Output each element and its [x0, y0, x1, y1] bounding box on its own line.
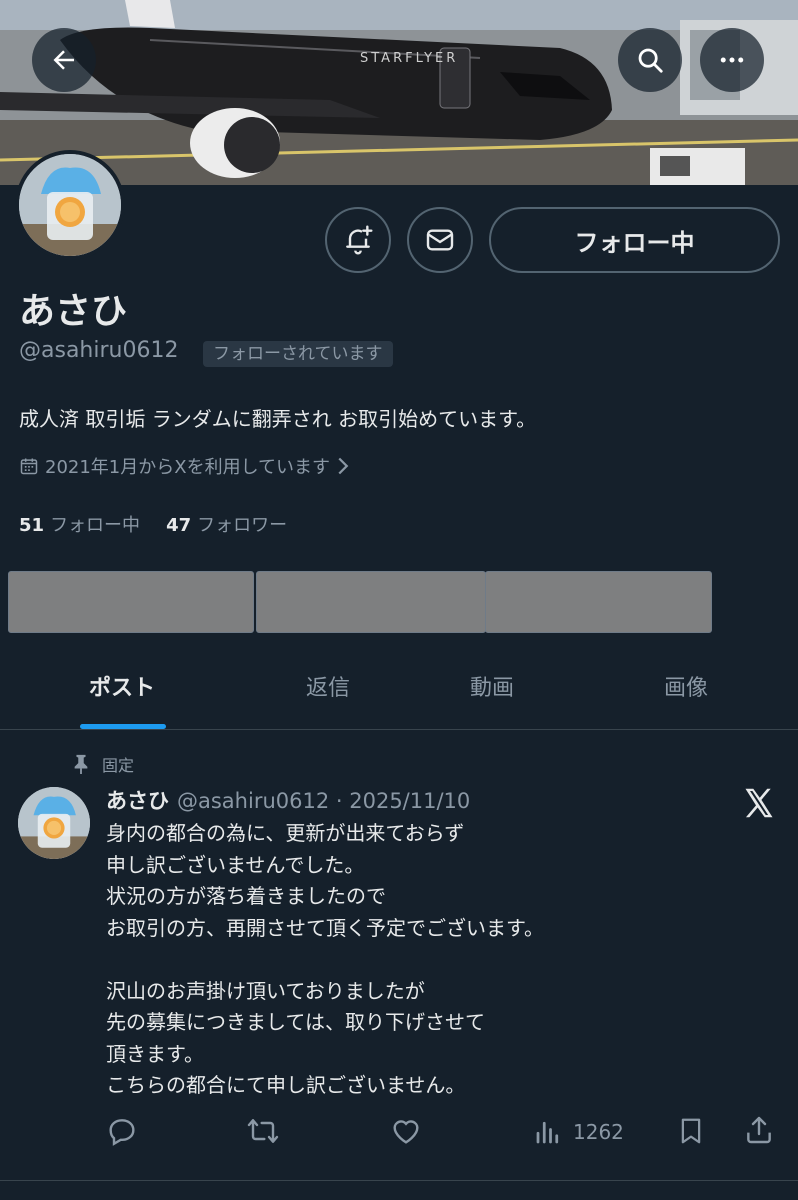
active-tab-indicator [80, 724, 166, 729]
following-count: 51 [19, 515, 45, 536]
tab-videos[interactable]: 動画 [470, 670, 514, 702]
display-name: あさひ [19, 291, 128, 332]
share-button[interactable] [743, 1114, 775, 1146]
following-label: フォロー中 [50, 515, 141, 536]
post-text: 身内の都合の為に、更新が出来ておらず 申し訳ございませんでした。 状況の方が落ち… [106, 821, 544, 1097]
joined-date-row[interactable]: 2021年1月からXを利用しています [19, 453, 350, 479]
highlight-card[interactable] [256, 571, 486, 633]
followers-stat[interactable]: 47 フォロワー [166, 511, 287, 537]
views-button[interactable]: 1262 [533, 1117, 624, 1147]
tab-replies[interactable]: 返信 [306, 670, 350, 702]
profile-tabs: ポスト 返信 動画 画像 [0, 650, 798, 730]
post-header: あさひ @asahiru0612 · 2025/11/10 [106, 785, 470, 815]
ellipsis-icon [720, 57, 744, 63]
bar-chart-icon [536, 1121, 559, 1144]
envelope-icon [426, 229, 454, 251]
highlight-card[interactable] [485, 571, 712, 633]
followers-label: フォロワー [197, 515, 288, 536]
search-button[interactable] [618, 28, 682, 92]
search-icon [638, 48, 663, 73]
profile-banner[interactable]: STARFLYER [0, 0, 798, 185]
pin-icon [74, 754, 88, 774]
more-options-button[interactable] [700, 28, 764, 92]
post-actions: 1262 [0, 1113, 798, 1153]
back-button[interactable] [32, 28, 96, 92]
profile-avatar[interactable] [15, 150, 125, 260]
message-button[interactable] [407, 207, 473, 273]
calendar-icon [20, 458, 38, 475]
following-button[interactable]: フォロー中 [489, 207, 780, 273]
bookmark-icon [681, 1118, 701, 1144]
repost-button[interactable] [246, 1115, 280, 1147]
bookmark-button[interactable] [676, 1115, 706, 1147]
x-logo-icon [741, 785, 777, 825]
views-count: 1262 [573, 1120, 624, 1144]
tab-posts[interactable]: ポスト [89, 670, 155, 702]
heart-icon [393, 1120, 419, 1144]
joined-date-text: 2021年1月からXを利用しています [45, 457, 331, 478]
following-stat[interactable]: 51 フォロー中 [19, 511, 140, 537]
highlight-card[interactable] [8, 571, 254, 633]
pinned-indicator: 固定 [72, 752, 134, 776]
bell-plus-icon [346, 225, 373, 255]
arrow-left-icon [53, 50, 74, 70]
post-meta: @asahiru0612 · 2025/11/10 [177, 789, 471, 813]
profile-bio: 成人済 取引垢 ランダムに翻弄され お取引始めています。 [19, 407, 537, 431]
share-icon [747, 1116, 771, 1144]
chevron-right-icon [338, 457, 349, 475]
airplane-banner-image: STARFLYER [0, 0, 798, 185]
reply-icon [109, 1119, 135, 1146]
like-button[interactable] [389, 1115, 423, 1147]
post-author-name[interactable]: あさひ [106, 785, 169, 815]
tab-images[interactable]: 画像 [664, 670, 708, 702]
post-avatar[interactable] [18, 787, 90, 859]
reply-button[interactable] [106, 1115, 138, 1147]
repost-icon [247, 1119, 279, 1143]
avatar-image [18, 787, 90, 859]
pinned-label: 固定 [102, 756, 135, 775]
follows-you-badge: フォローされています [203, 341, 393, 367]
follow-stats: 51 フォロー中 47 フォロワー [19, 511, 287, 537]
notify-button[interactable] [325, 207, 391, 273]
followers-count: 47 [166, 515, 192, 536]
banner-airline-text: STARFLYER [360, 51, 458, 66]
user-handle: @asahiru0612 [19, 338, 179, 363]
post-divider [0, 1180, 798, 1181]
avatar-image [19, 154, 121, 256]
